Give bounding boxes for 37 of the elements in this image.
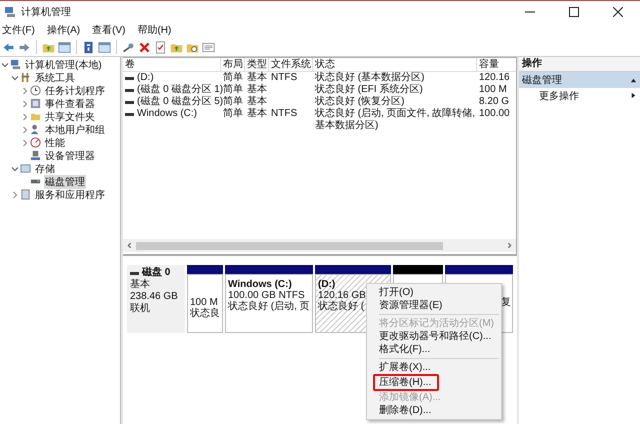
table-cell-text: 状态良好 (EFI 系统分区) — [315, 84, 423, 96]
disk-info: 联机 — [130, 303, 151, 315]
partition-info: 120.16 GB — [318, 290, 366, 301]
table-cell: 简单 — [223, 108, 243, 120]
partition-info: 复 — [501, 297, 511, 308]
table-cell-text: 状态良好 (基本数据分区) — [315, 72, 424, 84]
table-cell: 100 M — [479, 84, 507, 96]
table-cell-text: 状态良好 (恢复分区) — [315, 96, 404, 108]
table-cell-text: 基本 — [247, 96, 267, 108]
table-cell-text: 状态良好 (启动, 页面文件, 故障转储, 基本数据分区) — [315, 108, 476, 132]
partition-title: Windows (C:) — [228, 279, 292, 290]
partition-info: 状态良好 ( — [318, 301, 364, 312]
table-cell-text: 基本 — [247, 84, 267, 96]
disk-info: 238.46 GB — [130, 291, 179, 302]
partition-info: 状态良好 (启动, 页 — [228, 301, 310, 312]
partition-info: 状态良 — [190, 308, 220, 319]
table-cell: (D:) — [137, 72, 154, 84]
table-cell-text: 简单 — [223, 84, 243, 96]
partition-info: 100.00 GB NTFS — [228, 290, 305, 301]
window-title: 计算机管理 — [21, 6, 71, 18]
table-cell: 120.16 — [479, 72, 510, 84]
table-cell: 基本 — [247, 108, 267, 120]
disk-name: 磁盘 0 — [142, 267, 170, 278]
table-cell: Windows (C:) — [137, 108, 198, 120]
table-cell: 8.20 G — [479, 96, 510, 108]
disk-info: 基本 — [130, 279, 151, 291]
table-cell-text: 基本 — [247, 72, 267, 84]
table-cell-text: 简单 — [223, 72, 243, 84]
partition-info: 100 M — [190, 297, 218, 308]
table-cell: NTFS — [271, 108, 298, 120]
table-cell: (磁盘 0 磁盘分区 1) — [137, 84, 224, 96]
partition-title: (D:) — [318, 279, 336, 290]
table-cell: (磁盘 0 磁盘分区 5) — [137, 96, 224, 108]
actions-header: 操作 — [519, 57, 640, 72]
table-cell-text: 简单 — [223, 96, 243, 108]
table-cell: NTFS — [271, 72, 298, 84]
table-cell: 100.00 — [479, 108, 510, 120]
